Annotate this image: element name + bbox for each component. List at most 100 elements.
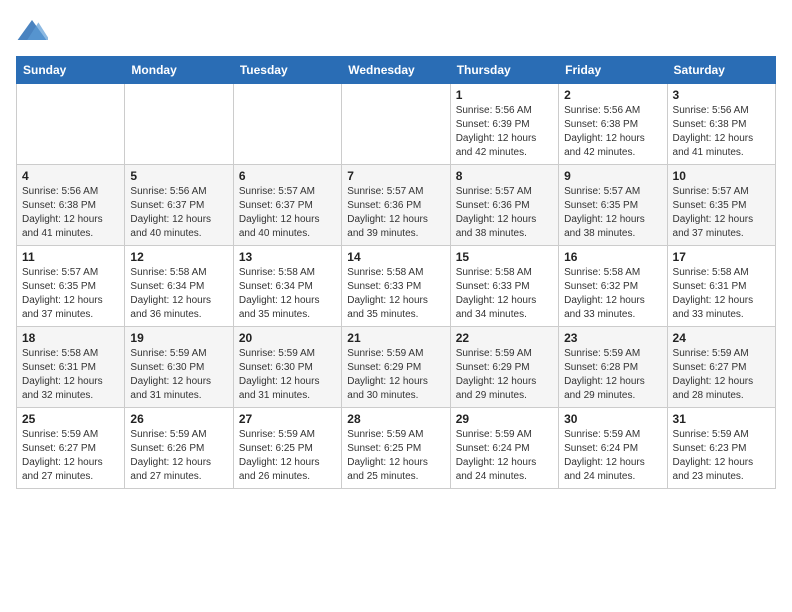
day-number: 23 [564, 331, 661, 345]
calendar-cell: 18Sunrise: 5:58 AM Sunset: 6:31 PM Dayli… [17, 327, 125, 408]
calendar-cell: 17 Sunrise: 5:58 AM Sunset: 6:31 PM Dayli… [667, 246, 775, 327]
day-number: 14 [347, 250, 444, 264]
weekday-header: Tuesday [233, 57, 341, 84]
day-number: 4 [22, 169, 119, 183]
day-number: 30 [564, 412, 661, 426]
calendar-cell [233, 84, 341, 165]
day-number: 13 [239, 250, 336, 264]
day-number: 31 [673, 412, 770, 426]
day-info: Sunrise: 5:56 AM Sunset: 6:38 PM Dayligh… [673, 104, 770, 160]
calendar-cell: 1Sunrise: 5:56 AM Sunset: 6:39 PM Daylig… [450, 84, 558, 165]
calendar-cell: 19 Sunrise: 5:59 AM Sunset: 6:30 PM Dayli… [125, 327, 233, 408]
day-info: Sunrise: 5:59 AM Sunset: 6:24 PM Dayligh… [456, 428, 553, 484]
day-number: 8 [456, 169, 553, 183]
calendar-cell: 12 Sunrise: 5:58 AM Sunset: 6:34 PM Dayli… [125, 246, 233, 327]
day-info: Sunrise: 5:59 AM Sunset: 6:25 PM Dayligh… [239, 428, 336, 484]
logo [16, 16, 52, 48]
day-info: Sunrise: 5:56 AM Sunset: 6:38 PM Dayligh… [22, 185, 119, 241]
logo-icon [16, 16, 48, 48]
day-info: Sunrise: 5:59 AM Sunset: 6:25 PM Dayligh… [347, 428, 444, 484]
day-info: Sunrise: 5:56 AM Sunset: 6:37 PM Dayligh… [130, 185, 227, 241]
calendar-cell: 10 Sunrise: 5:57 AM Sunset: 6:35 PM Dayli… [667, 165, 775, 246]
calendar-cell: 5 Sunrise: 5:56 AM Sunset: 6:37 PM Daylig… [125, 165, 233, 246]
day-number: 27 [239, 412, 336, 426]
calendar-cell: 16 Sunrise: 5:58 AM Sunset: 6:32 PM Dayli… [559, 246, 667, 327]
calendar-cell: 27 Sunrise: 5:59 AM Sunset: 6:25 PM Dayli… [233, 408, 341, 489]
calendar-cell: 6Sunrise: 5:57 AM Sunset: 6:37 PM Daylig… [233, 165, 341, 246]
calendar-cell: 13Sunrise: 5:58 AM Sunset: 6:34 PM Dayli… [233, 246, 341, 327]
day-info: Sunrise: 5:57 AM Sunset: 6:36 PM Dayligh… [347, 185, 444, 241]
day-info: Sunrise: 5:59 AM Sunset: 6:26 PM Dayligh… [130, 428, 227, 484]
day-number: 3 [673, 88, 770, 102]
day-info: Sunrise: 5:59 AM Sunset: 6:24 PM Dayligh… [564, 428, 661, 484]
calendar-cell: 4 Sunrise: 5:56 AM Sunset: 6:38 PM Daylig… [17, 165, 125, 246]
calendar-cell: 21 Sunrise: 5:59 AM Sunset: 6:29 PM Dayli… [342, 327, 450, 408]
day-info: Sunrise: 5:56 AM Sunset: 6:38 PM Dayligh… [564, 104, 661, 160]
calendar-cell: 20Sunrise: 5:59 AM Sunset: 6:30 PM Dayli… [233, 327, 341, 408]
day-number: 17 [673, 250, 770, 264]
day-number: 28 [347, 412, 444, 426]
day-number: 24 [673, 331, 770, 345]
day-number: 22 [456, 331, 553, 345]
calendar-cell: 28 Sunrise: 5:59 AM Sunset: 6:25 PM Dayli… [342, 408, 450, 489]
calendar-cell: 14 Sunrise: 5:58 AM Sunset: 6:33 PM Dayli… [342, 246, 450, 327]
calendar-cell: 30 Sunrise: 5:59 AM Sunset: 6:24 PM Dayli… [559, 408, 667, 489]
day-info: Sunrise: 5:58 AM Sunset: 6:33 PM Dayligh… [456, 266, 553, 322]
day-info: Sunrise: 5:57 AM Sunset: 6:35 PM Dayligh… [22, 266, 119, 322]
day-info: Sunrise: 5:58 AM Sunset: 6:33 PM Dayligh… [347, 266, 444, 322]
day-number: 20 [239, 331, 336, 345]
day-info: Sunrise: 5:58 AM Sunset: 6:31 PM Dayligh… [673, 266, 770, 322]
day-number: 25 [22, 412, 119, 426]
day-info: Sunrise: 5:59 AM Sunset: 6:30 PM Dayligh… [130, 347, 227, 403]
weekday-header: Sunday [17, 57, 125, 84]
day-info: Sunrise: 5:59 AM Sunset: 6:28 PM Dayligh… [564, 347, 661, 403]
weekday-header: Wednesday [342, 57, 450, 84]
day-info: Sunrise: 5:58 AM Sunset: 6:34 PM Dayligh… [130, 266, 227, 322]
day-info: Sunrise: 5:58 AM Sunset: 6:31 PM Dayligh… [22, 347, 119, 403]
day-number: 21 [347, 331, 444, 345]
calendar-cell [17, 84, 125, 165]
day-number: 11 [22, 250, 119, 264]
day-number: 16 [564, 250, 661, 264]
calendar-cell: 23 Sunrise: 5:59 AM Sunset: 6:28 PM Dayli… [559, 327, 667, 408]
calendar-week-row: 4 Sunrise: 5:56 AM Sunset: 6:38 PM Daylig… [17, 165, 776, 246]
day-number: 15 [456, 250, 553, 264]
day-number: 19 [130, 331, 227, 345]
day-number: 9 [564, 169, 661, 183]
calendar-cell: 8 Sunrise: 5:57 AM Sunset: 6:36 PM Daylig… [450, 165, 558, 246]
weekday-header: Saturday [667, 57, 775, 84]
day-number: 2 [564, 88, 661, 102]
day-number: 5 [130, 169, 227, 183]
day-number: 12 [130, 250, 227, 264]
calendar-cell: 26 Sunrise: 5:59 AM Sunset: 6:26 PM Dayli… [125, 408, 233, 489]
calendar-week-row: 25 Sunrise: 5:59 AM Sunset: 6:27 PM Dayli… [17, 408, 776, 489]
calendar-cell: 22 Sunrise: 5:59 AM Sunset: 6:29 PM Dayli… [450, 327, 558, 408]
day-info: Sunrise: 5:59 AM Sunset: 6:29 PM Dayligh… [347, 347, 444, 403]
day-number: 26 [130, 412, 227, 426]
calendar-cell: 3 Sunrise: 5:56 AM Sunset: 6:38 PM Daylig… [667, 84, 775, 165]
calendar-cell: 11 Sunrise: 5:57 AM Sunset: 6:35 PM Dayli… [17, 246, 125, 327]
day-number: 1 [456, 88, 553, 102]
day-number: 10 [673, 169, 770, 183]
day-info: Sunrise: 5:58 AM Sunset: 6:32 PM Dayligh… [564, 266, 661, 322]
weekday-header: Friday [559, 57, 667, 84]
day-info: Sunrise: 5:59 AM Sunset: 6:23 PM Dayligh… [673, 428, 770, 484]
day-info: Sunrise: 5:57 AM Sunset: 6:36 PM Dayligh… [456, 185, 553, 241]
weekday-header-row: SundayMondayTuesdayWednesdayThursdayFrid… [17, 57, 776, 84]
day-info: Sunrise: 5:57 AM Sunset: 6:35 PM Dayligh… [564, 185, 661, 241]
day-info: Sunrise: 5:57 AM Sunset: 6:35 PM Dayligh… [673, 185, 770, 241]
day-info: Sunrise: 5:59 AM Sunset: 6:29 PM Dayligh… [456, 347, 553, 403]
calendar-cell: 29Sunrise: 5:59 AM Sunset: 6:24 PM Dayli… [450, 408, 558, 489]
calendar-cell: 25 Sunrise: 5:59 AM Sunset: 6:27 PM Dayli… [17, 408, 125, 489]
calendar-cell [125, 84, 233, 165]
calendar-cell: 9 Sunrise: 5:57 AM Sunset: 6:35 PM Daylig… [559, 165, 667, 246]
calendar-cell: 15 Sunrise: 5:58 AM Sunset: 6:33 PM Dayli… [450, 246, 558, 327]
calendar-cell: 7Sunrise: 5:57 AM Sunset: 6:36 PM Daylig… [342, 165, 450, 246]
day-info: Sunrise: 5:59 AM Sunset: 6:27 PM Dayligh… [22, 428, 119, 484]
calendar-cell [342, 84, 450, 165]
calendar-table: SundayMondayTuesdayWednesdayThursdayFrid… [16, 56, 776, 489]
day-info: Sunrise: 5:59 AM Sunset: 6:27 PM Dayligh… [673, 347, 770, 403]
calendar-cell: 2 Sunrise: 5:56 AM Sunset: 6:38 PM Daylig… [559, 84, 667, 165]
calendar-week-row: 11 Sunrise: 5:57 AM Sunset: 6:35 PM Dayli… [17, 246, 776, 327]
day-info: Sunrise: 5:57 AM Sunset: 6:37 PM Dayligh… [239, 185, 336, 241]
